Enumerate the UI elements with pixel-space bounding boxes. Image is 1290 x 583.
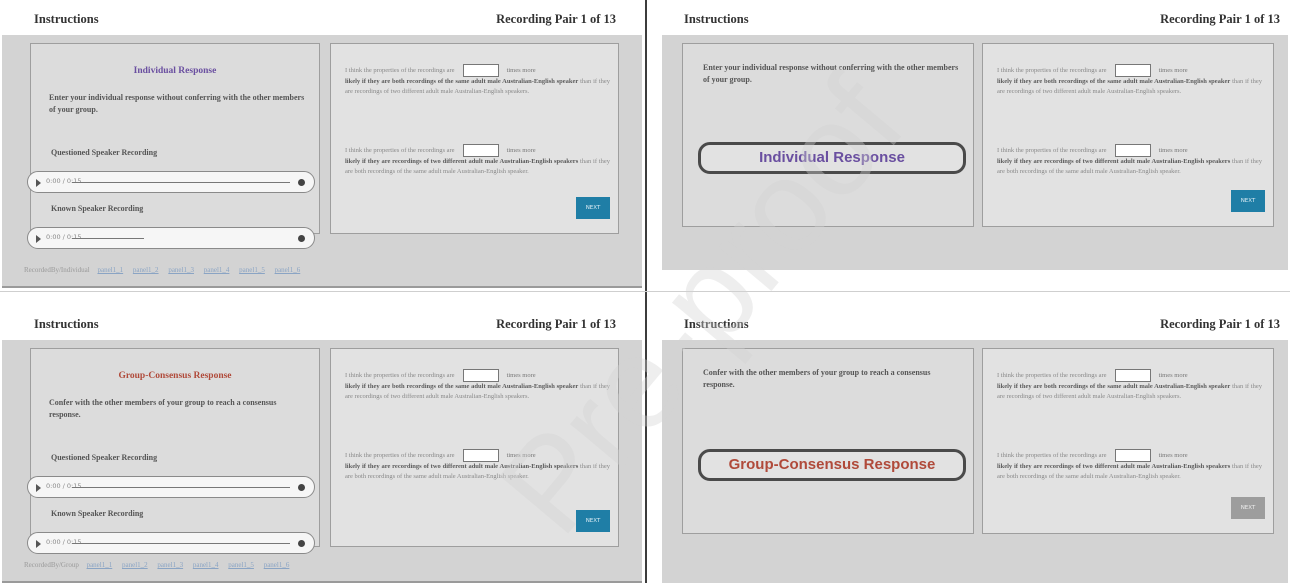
user-link[interactable]: panel1_3 <box>157 561 183 569</box>
recording-pair-label: Recording Pair 1 of 13 <box>496 12 616 26</box>
panel-header: Instructions Recording Pair 1 of 13 <box>2 308 642 340</box>
panel-body: Confer with the other members of your gr… <box>662 340 1288 583</box>
user-link[interactable]: panel1_1 <box>97 266 123 274</box>
known-recording-label: Known Speaker Recording <box>51 509 144 518</box>
question-same-speaker: I think the properties of the recordings… <box>345 369 610 402</box>
user-link[interactable]: panel1_5 <box>228 561 254 569</box>
known-recording-label: Known Speaker Recording <box>51 204 144 213</box>
same-speaker-input[interactable] <box>462 64 499 77</box>
response-type-title: Group-Consensus Response <box>118 371 232 381</box>
known-audio-player[interactable]: 0:00 / 0:15 <box>27 532 315 554</box>
response-type-title: Individual Response <box>133 66 217 76</box>
user-link[interactable]: panel1_6 <box>264 561 290 569</box>
user-link[interactable]: panel1_4 <box>193 561 219 569</box>
questioned-recording-label: Questioned Speaker Recording <box>51 453 158 462</box>
volume-icon[interactable] <box>298 540 305 547</box>
volume-icon[interactable] <box>298 484 305 491</box>
questioned-recording-label: Questioned Speaker Recording <box>51 148 158 157</box>
user-link[interactable]: panel1_4 <box>204 266 230 274</box>
panel-group-badge: Instructions Recording Pair 1 of 13 Conf… <box>662 308 1288 583</box>
panel-individual-response: Instructions Recording Pair 1 of 13 Indi… <box>2 3 642 288</box>
response-instructions-box: Group-Consensus Response Confer with the… <box>27 348 320 554</box>
response-instructions-box: Confer with the other members of your gr… <box>682 348 974 534</box>
user-link[interactable]: panel1_5 <box>239 266 265 274</box>
likelihood-ratio-box: I think the properties of the recordings… <box>982 43 1274 227</box>
different-speaker-input[interactable] <box>1114 449 1151 462</box>
question-different-speaker: I think the properties of the recordings… <box>997 144 1262 177</box>
play-icon[interactable] <box>36 235 41 243</box>
same-speaker-input[interactable] <box>1114 369 1151 382</box>
response-instructions: Confer with the other members of your gr… <box>703 368 931 389</box>
question-different-speaker: I think the properties of the recordings… <box>997 449 1262 482</box>
play-icon[interactable] <box>36 484 41 492</box>
instructions-link[interactable]: Instructions <box>34 317 99 332</box>
likelihood-ratio-box: I think the properties of the recordings… <box>330 43 619 234</box>
user-link[interactable]: panel1_1 <box>87 561 113 569</box>
audio-progress-track[interactable] <box>72 182 290 183</box>
panel-group-response: Instructions Recording Pair 1 of 13 Grou… <box>2 308 642 583</box>
questioned-audio-player[interactable]: 0:00 / 0:15 <box>27 171 315 193</box>
volume-icon[interactable] <box>298 235 305 242</box>
play-icon[interactable] <box>36 179 41 187</box>
audio-time: 0:00 / 0:15 <box>46 538 82 546</box>
response-instructions: Confer with the other members of your gr… <box>49 398 277 419</box>
same-speaker-input[interactable] <box>462 369 499 382</box>
panel-body: Individual Response Enter your individua… <box>2 35 642 288</box>
panel-header: Instructions Recording Pair 1 of 13 <box>662 3 1288 35</box>
group-response-badge: Group-Consensus Response <box>698 449 966 481</box>
audio-progress-track[interactable] <box>72 487 290 488</box>
audio-time: 0:00 / 0:15 <box>46 233 82 241</box>
user-link[interactable]: panel1_2 <box>122 561 148 569</box>
likelihood-ratio-box: I think the properties of the recordings… <box>982 348 1274 534</box>
different-speaker-input[interactable] <box>462 449 499 462</box>
play-icon[interactable] <box>36 540 41 548</box>
audio-progress-track[interactable] <box>72 543 290 544</box>
same-speaker-input[interactable] <box>1114 64 1151 77</box>
recording-pair-label: Recording Pair 1 of 13 <box>1160 12 1280 26</box>
audio-progress-track[interactable] <box>72 238 144 239</box>
question-same-speaker: I think the properties of the recordings… <box>997 64 1262 97</box>
next-button[interactable]: NEXT <box>576 197 610 219</box>
panel-individual-badge: Instructions Recording Pair 1 of 13 Ente… <box>662 3 1288 288</box>
question-same-speaker: I think the properties of the recordings… <box>345 64 610 97</box>
response-instructions-box: Enter your individual response without c… <box>682 43 974 227</box>
recording-pair-label: Recording Pair 1 of 13 <box>496 317 616 331</box>
horizontal-divider <box>0 291 1290 292</box>
user-link[interactable]: panel1_3 <box>168 266 194 274</box>
user-link[interactable]: panel1_2 <box>133 266 159 274</box>
question-different-speaker: I think the properties of the recordings… <box>345 144 610 177</box>
panel-body: Enter your individual response without c… <box>662 35 1288 270</box>
response-instructions: Enter your individual response without c… <box>703 63 959 84</box>
recording-pair-label: Recording Pair 1 of 13 <box>1160 317 1280 331</box>
next-button[interactable]: NEXT <box>576 510 610 532</box>
individual-response-badge: Individual Response <box>698 142 966 174</box>
panel-body: Group-Consensus Response Confer with the… <box>2 340 642 583</box>
next-button[interactable]: NEXT <box>1231 190 1265 212</box>
volume-icon[interactable] <box>298 179 305 186</box>
instructions-link[interactable]: Instructions <box>684 317 749 332</box>
different-speaker-input[interactable] <box>1114 144 1151 157</box>
known-audio-player[interactable]: 0:00 / 0:15 <box>27 227 315 249</box>
different-speaker-input[interactable] <box>462 144 499 157</box>
instructions-link[interactable]: Instructions <box>34 12 99 27</box>
question-same-speaker: I think the properties of the recordings… <box>997 369 1262 402</box>
likelihood-ratio-box: I think the properties of the recordings… <box>330 348 619 547</box>
audio-time: 0:00 / 0:15 <box>46 177 82 185</box>
user-status-row: RecordedBy/Individual panel1_1 panel1_2 … <box>24 266 301 274</box>
next-button-disabled[interactable]: NEXT <box>1231 497 1265 519</box>
questioned-audio-player[interactable]: 0:00 / 0:15 <box>27 476 315 498</box>
panel-header: Instructions Recording Pair 1 of 13 <box>662 308 1288 340</box>
user-link[interactable]: panel1_6 <box>275 266 301 274</box>
instructions-link[interactable]: Instructions <box>684 12 749 27</box>
panel-header: Instructions Recording Pair 1 of 13 <box>2 3 642 35</box>
audio-time: 0:00 / 0:15 <box>46 482 82 490</box>
user-status-row: RecordedBy/Group panel1_1 panel1_2 panel… <box>24 561 290 569</box>
response-instructions-box: Individual Response Enter your individua… <box>27 43 320 249</box>
question-different-speaker: I think the properties of the recordings… <box>345 449 610 482</box>
response-instructions: Enter your individual response without c… <box>49 93 305 114</box>
